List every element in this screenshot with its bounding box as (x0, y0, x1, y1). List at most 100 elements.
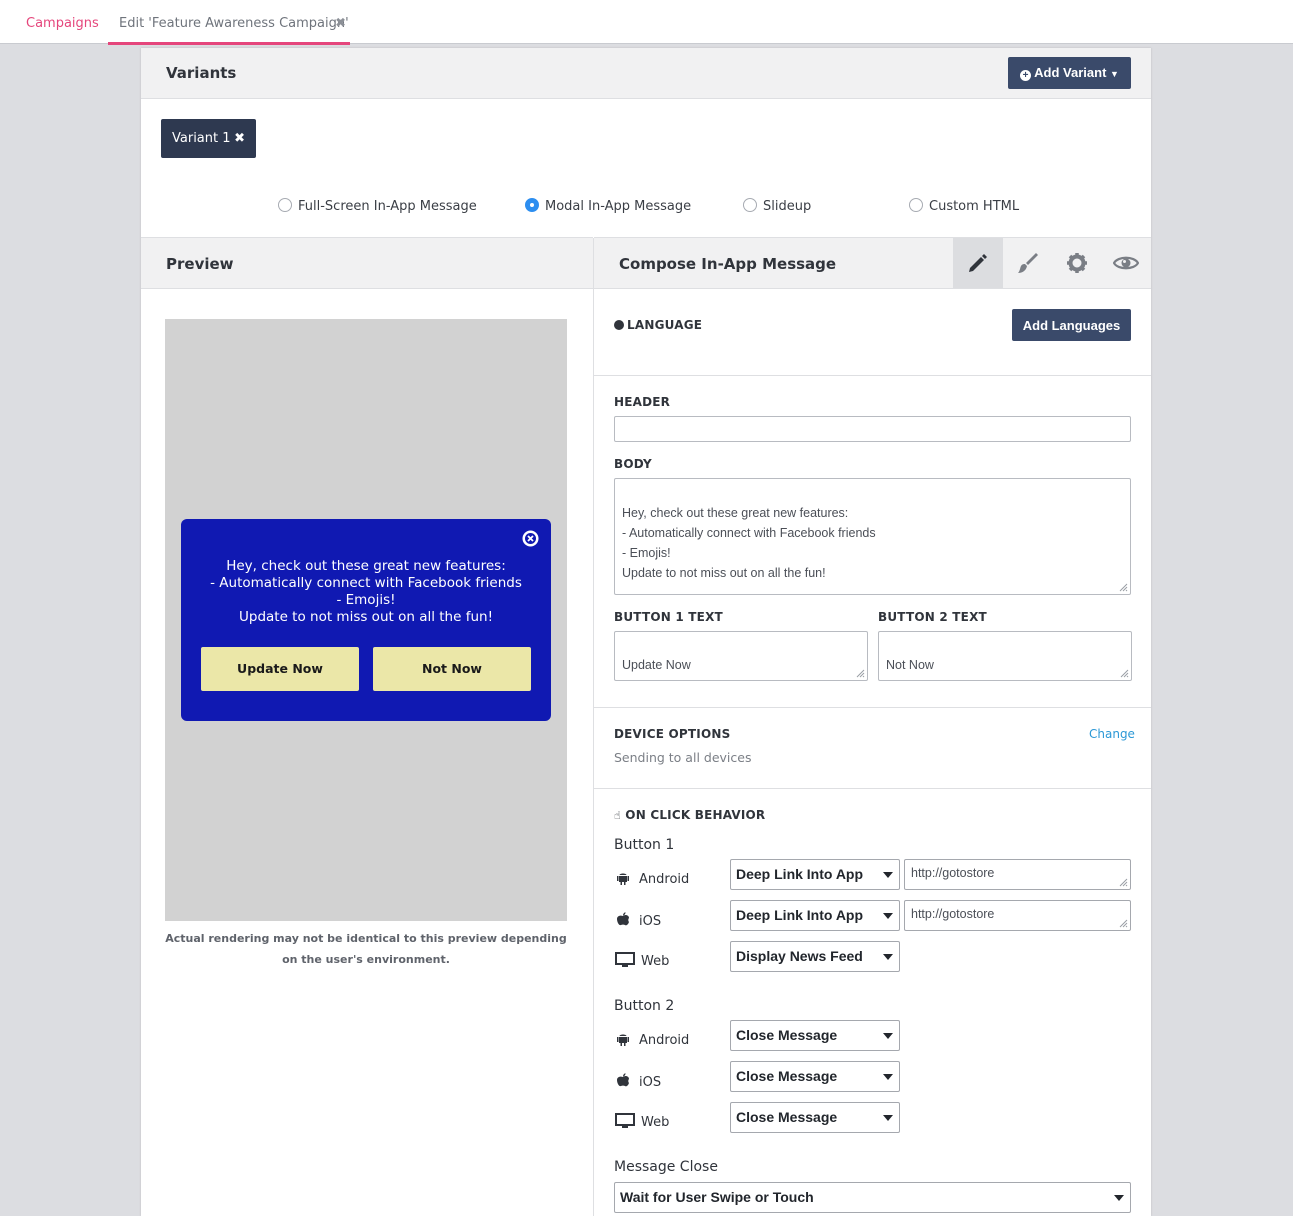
apple-icon (617, 912, 629, 926)
button2-text-value: Not Now (886, 658, 934, 672)
resize-grip-icon[interactable] (1120, 669, 1129, 678)
type-custom-html-label: Custom HTML (929, 199, 1020, 214)
caret-down-icon: ▼ (1110, 69, 1119, 79)
pointer-hand-icon: ☝ (614, 809, 621, 822)
pencil-icon (969, 254, 987, 272)
caret-down-icon (883, 913, 893, 919)
android-icon (617, 873, 629, 885)
tab-preview[interactable] (1101, 238, 1151, 288)
device-options-value: Sending to all devices (614, 750, 752, 765)
b1-web-action-select[interactable]: Display News Feed (730, 941, 900, 972)
modal-body-text: Hey, check out these great new features:… (210, 558, 522, 625)
type-full-screen-label: Full-Screen In-App Message (298, 199, 477, 214)
b2-ios-action-select[interactable]: Close Message (730, 1061, 900, 1092)
b1-web-action-value: Display News Feed (736, 948, 863, 964)
caret-down-icon (883, 872, 893, 878)
add-languages-button[interactable]: Add Languages (1012, 309, 1131, 341)
b2-android-action-select[interactable]: Close Message (730, 1020, 900, 1051)
b1-web-row-label: Web (615, 952, 669, 969)
b2-android-action-value: Close Message (736, 1027, 838, 1043)
preview-title: Preview (166, 255, 234, 273)
body-textarea[interactable]: Hey, check out these great new features:… (614, 478, 1131, 595)
body-label: BODY (614, 457, 652, 471)
add-variant-label: Add Variant (1034, 65, 1107, 80)
b1-web-label: Web (641, 954, 670, 969)
b2-android-row-label: Android (615, 1031, 689, 1048)
b1-android-action-value: Deep Link Into App (736, 866, 864, 882)
button2-text-input[interactable]: Not Now (878, 631, 1132, 681)
tab-campaigns[interactable]: Campaigns (26, 0, 99, 44)
variants-header: Variants + Add Variant ▼ (141, 48, 1151, 99)
on-click-behavior-label: ☝ ON CLICK BEHAVIOR (614, 808, 765, 822)
b2-ios-label: iOS (639, 1075, 662, 1090)
language-label-text: LANGUAGE (627, 318, 703, 332)
tab-compose[interactable] (953, 238, 1003, 288)
type-custom-html[interactable]: Custom HTML (909, 198, 1019, 216)
divider (594, 788, 1151, 789)
b1-ios-url-input[interactable]: http://gotostore (904, 900, 1131, 931)
device-options-label: DEVICE OPTIONS (614, 727, 731, 741)
b1-ios-url-value: http://gotostore (911, 907, 995, 921)
close-tab-icon[interactable]: ✖ (335, 0, 346, 48)
b2-android-label: Android (639, 1033, 690, 1048)
caret-down-icon (883, 1115, 893, 1121)
gear-icon (1067, 253, 1087, 273)
editor-panel: Variants + Add Variant ▼ Variant 1 ✖ Ful… (141, 48, 1151, 1216)
b1-ios-action-select[interactable]: Deep Link Into App (730, 900, 900, 931)
b1-android-url-input[interactable]: http://gotostore (904, 859, 1131, 890)
header-label: HEADER (614, 395, 671, 409)
column-divider (593, 238, 594, 1216)
add-variant-button[interactable]: + Add Variant ▼ (1008, 57, 1131, 89)
b1-ios-row-label: iOS (615, 911, 661, 929)
globe-icon (614, 320, 624, 330)
on-click-label-text: ON CLICK BEHAVIOR (625, 808, 766, 822)
header-input[interactable] (614, 416, 1131, 442)
b2-web-label: Web (641, 1115, 670, 1130)
remove-variant-icon[interactable]: ✖ (234, 119, 245, 158)
resize-grip-icon[interactable] (1119, 583, 1128, 592)
button2-section-title: Button 2 (614, 998, 675, 1014)
variant-1-pill[interactable]: Variant 1 ✖ (161, 119, 256, 158)
tab-settings[interactable] (1052, 238, 1102, 288)
b1-android-row-label: Android (615, 870, 689, 887)
b2-web-action-value: Close Message (736, 1109, 838, 1125)
language-label: LANGUAGE (614, 318, 702, 332)
compose-title: Compose In-App Message (619, 255, 837, 273)
b1-ios-action-value: Deep Link Into App (736, 907, 864, 923)
b1-android-label: Android (639, 872, 690, 887)
button1-text-value: Update Now (622, 658, 691, 672)
tab-edit-campaign[interactable]: Edit 'Feature Awareness Campaign' ✖ (108, 0, 350, 45)
button1-text-input[interactable]: Update Now (614, 631, 868, 681)
resize-grip-icon[interactable] (1119, 878, 1128, 887)
caret-down-icon (883, 1033, 893, 1039)
eye-icon (1113, 256, 1139, 270)
b1-android-action-select[interactable]: Deep Link Into App (730, 859, 900, 890)
resize-grip-icon[interactable] (1119, 919, 1128, 928)
divider (594, 375, 1151, 376)
body-textarea-text: Hey, check out these great new features:… (622, 506, 876, 580)
modal-update-now-button[interactable]: Update Now (201, 647, 359, 691)
type-modal[interactable]: Modal In-App Message (525, 198, 691, 216)
message-close-label: Message Close (614, 1159, 718, 1175)
android-icon (617, 1034, 629, 1046)
tab-style[interactable] (1003, 238, 1053, 288)
b2-web-row-label: Web (615, 1113, 669, 1130)
type-modal-label: Modal In-App Message (545, 199, 692, 214)
tab-edit-label: Edit 'Feature Awareness Campaign' (119, 16, 349, 31)
button1-section-title: Button 1 (614, 837, 675, 853)
resize-grip-icon[interactable] (856, 669, 865, 678)
apple-icon (617, 1073, 629, 1087)
modal-not-now-button[interactable]: Not Now (373, 647, 531, 691)
message-close-select[interactable]: Wait for User Swipe or Touch (614, 1182, 1131, 1213)
close-circle-icon[interactable] (522, 530, 539, 547)
monitor-icon (615, 1113, 635, 1128)
type-full-screen[interactable]: Full-Screen In-App Message (278, 198, 477, 216)
radio-icon (278, 198, 292, 212)
b2-web-action-select[interactable]: Close Message (730, 1102, 900, 1133)
variant-pill-label: Variant 1 (172, 131, 231, 146)
b1-ios-label: iOS (639, 914, 662, 929)
type-slideup[interactable]: Slideup (743, 198, 811, 216)
type-slideup-label: Slideup (763, 199, 812, 214)
device-change-link[interactable]: Change (1089, 727, 1135, 741)
b1-android-url-value: http://gotostore (911, 866, 995, 880)
